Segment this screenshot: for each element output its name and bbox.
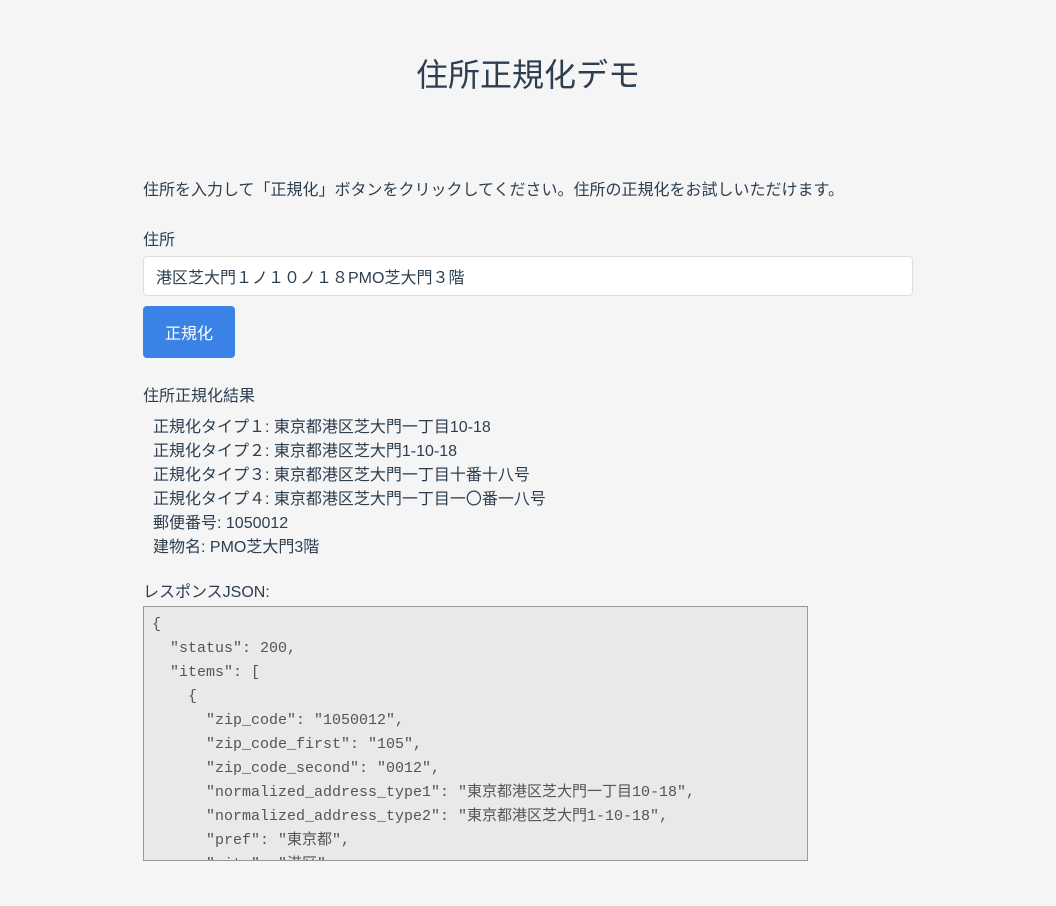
result-item: 建物名: PMO芝大門3階	[153, 536, 913, 560]
result-list: 正規化タイプ１: 東京都港区芝大門一丁目10-18 正規化タイプ２: 東京都港区…	[143, 416, 913, 560]
address-label: 住所	[143, 226, 913, 250]
json-label: レスポンスJSON:	[143, 578, 913, 602]
instructions-text: 住所を入力して「正規化」ボタンをクリックしてください。住所の正規化をお試しいただ…	[143, 176, 913, 200]
result-item: 正規化タイプ１: 東京都港区芝大門一丁目10-18	[153, 416, 913, 440]
result-item: 正規化タイプ４: 東京都港区芝大門一丁目一〇番一八号	[153, 488, 913, 512]
result-item: 郵便番号: 1050012	[153, 512, 913, 536]
page-title: 住所正規化デモ	[143, 50, 913, 96]
result-header: 住所正規化結果	[143, 382, 913, 406]
result-item: 正規化タイプ２: 東京都港区芝大門1-10-18	[153, 440, 913, 464]
address-input[interactable]	[143, 256, 913, 296]
result-item: 正規化タイプ３: 東京都港区芝大門一丁目十番十八号	[153, 464, 913, 488]
normalize-button[interactable]: 正規化	[143, 306, 235, 358]
response-json-textarea[interactable]	[143, 606, 808, 861]
